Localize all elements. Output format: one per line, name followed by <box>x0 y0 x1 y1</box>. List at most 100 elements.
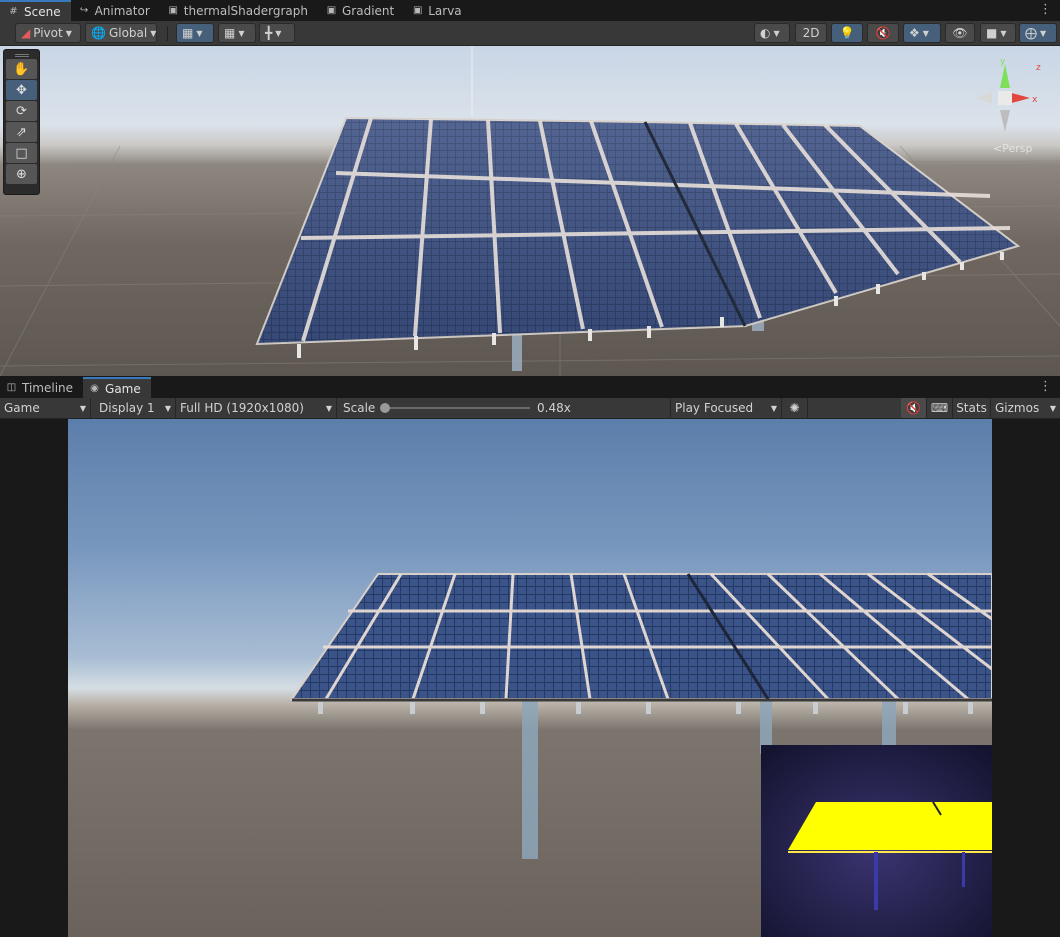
mute-audio-toggle[interactable]: 🔇 <box>901 398 927 418</box>
scale-icon: ⇗ <box>16 124 27 140</box>
chevron-down-icon: ▼ <box>773 28 780 38</box>
play-mode-label: Play Focused <box>675 401 754 415</box>
display-dropdown-label: Display 1 <box>99 401 155 415</box>
display-dropdown[interactable]: Display 1 ▼ <box>91 398 176 418</box>
drag-handle-icon[interactable] <box>15 54 29 57</box>
tab-game-label: Game <box>105 381 141 396</box>
scene-visibility-toggle[interactable]: 👁 <box>945 23 975 43</box>
rotate-tool-button[interactable]: ⟳ <box>6 101 37 121</box>
scene-render <box>0 46 1060 376</box>
tab-scene[interactable]: # Scene <box>0 0 71 21</box>
chevron-down-icon: ▼ <box>150 28 157 38</box>
scale-slider-track[interactable] <box>384 407 530 409</box>
grid-snap-toggle[interactable]: ▦ ▼ <box>176 23 214 43</box>
grid-snap-icon: ▦ <box>182 26 194 40</box>
scene-viewport[interactable] <box>0 46 1060 376</box>
tab-gradient-label: Gradient <box>341 3 395 18</box>
global-label: Global <box>108 26 148 40</box>
scale-label: Scale <box>343 401 376 415</box>
keyboard-shortcuts-toggle[interactable]: ⌨ <box>927 398 953 418</box>
stats-label: Stats <box>956 401 987 415</box>
scale-slider-thumb[interactable] <box>380 403 390 413</box>
eye-hidden-icon: 👁 <box>952 26 968 40</box>
projection-label[interactable]: <Persp <box>993 142 1032 155</box>
stats-toggle[interactable]: Stats <box>953 398 991 418</box>
gizmos-dropdown[interactable]: ⨁ ▼ <box>1019 23 1057 43</box>
scale-tool-button[interactable]: ⇗ <box>6 122 37 142</box>
pivot-dropdown[interactable]: ◢ Pivot ▼ <box>15 23 81 43</box>
rotate-icon: ⟳ <box>16 103 27 119</box>
rect-transform-icon: □ <box>15 145 28 161</box>
chevron-down-icon: ▼ <box>1000 28 1007 38</box>
increment-snap-toggle[interactable]: ▦ ▼ <box>218 23 256 43</box>
pivot-icon: ◢ <box>21 26 31 40</box>
scene-toolbar: ◢ Pivot ▼ 🌐 Global ▼ ▦ ▼ ▦ ▼ ╋ ▼ ◐ ▼ 2D … <box>0 21 1060 46</box>
view-dropdown-label: Game <box>4 401 40 415</box>
tab-thermal-shadergraph-label: thermalShadergraph <box>183 3 308 18</box>
thermal-render <box>761 745 992 937</box>
tab-animator[interactable]: ↪ Animator <box>71 0 160 21</box>
effects-icon: ❖ <box>909 26 920 40</box>
lighting-toggle[interactable]: 💡 <box>831 23 863 43</box>
camera-dropdown[interactable]: ■ ▼ <box>980 23 1016 43</box>
audio-mute-icon: 🔇 <box>906 401 921 415</box>
tab-timeline-label: Timeline <box>22 380 74 395</box>
frame-debugger-button[interactable]: ✺ <box>782 398 808 418</box>
shadergraph-icon: ▣ <box>326 5 337 16</box>
gizmos-dropdown[interactable]: Gizmos ▼ <box>991 398 1060 418</box>
game-toolbar: Game ▼ Display 1 ▼ Full HD (1920x1080) ▼… <box>0 398 1060 419</box>
tab-scene-label: Scene <box>24 4 61 19</box>
game-more-options-icon[interactable]: ⋮ <box>1039 380 1052 393</box>
chevron-down-icon: ▼ <box>1049 403 1056 413</box>
gizmo-x-label: x <box>1032 95 1038 105</box>
more-options-icon[interactable]: ⋮ <box>1039 3 1052 16</box>
bottom-tab-bar: ◫ Timeline ◉ Game <box>0 377 1060 398</box>
move-tool-button[interactable]: ✥ <box>6 80 37 100</box>
chevron-down-icon: ▼ <box>196 28 203 38</box>
view-dropdown[interactable]: Game ▼ <box>0 398 91 418</box>
shadergraph-icon: ▣ <box>168 5 178 16</box>
timeline-icon: ◫ <box>6 382 17 393</box>
gizmo-globe-icon: ⨁ <box>1025 26 1037 40</box>
shadergraph-icon: ▣ <box>412 5 423 16</box>
chevron-down-icon: ▼ <box>325 403 332 413</box>
gizmo-y-axis[interactable] <box>1000 64 1010 88</box>
lightbulb-icon: 💡 <box>839 26 855 40</box>
hand-tool-button[interactable]: ✋ <box>6 59 37 79</box>
top-tab-bar: # Scene ↪ Animator ▣ thermalShadergraph … <box>0 0 1060 21</box>
globe-icon: 🌐 <box>91 26 106 40</box>
play-mode-dropdown[interactable]: Play Focused ▼ <box>671 398 782 418</box>
pivot-label: Pivot <box>33 26 63 40</box>
tab-gradient[interactable]: ▣ Gradient <box>318 0 404 21</box>
tab-larva-label: Larva <box>428 3 462 18</box>
tab-timeline[interactable]: ◫ Timeline <box>0 377 83 398</box>
chevron-down-icon: ▼ <box>275 28 282 38</box>
mode-2d-label: 2D <box>802 26 820 40</box>
transform-tool-button[interactable]: ⊕ <box>6 164 37 184</box>
move-arrows-icon: ✥ <box>16 82 27 98</box>
orientation-gizmo[interactable]: y z x <box>970 54 1050 154</box>
shading-sphere-icon: ◐ <box>760 26 771 40</box>
tab-game[interactable]: ◉ Game <box>83 377 151 398</box>
tab-thermal-shadergraph[interactable]: ▣ thermalShadergraph <box>160 0 318 21</box>
chevron-down-icon: ▼ <box>770 403 777 413</box>
draw-mode-dropdown[interactable]: ◐ ▼ <box>754 23 790 43</box>
animator-icon: ↪ <box>79 5 89 16</box>
chevron-down-icon: ▼ <box>65 28 72 38</box>
scale-value: 0.48x <box>537 401 571 415</box>
tab-larva[interactable]: ▣ Larva <box>404 0 471 21</box>
global-dropdown[interactable]: 🌐 Global ▼ <box>85 23 157 43</box>
chevron-down-icon: ▼ <box>164 403 171 413</box>
rect-tool-button[interactable]: □ <box>6 143 37 163</box>
mode-2d-toggle[interactable]: 2D <box>795 23 827 43</box>
ruler-toggle[interactable]: ╋ ▼ <box>259 23 295 43</box>
effects-dropdown[interactable]: ❖ ▼ <box>903 23 941 43</box>
tab-animator-label: Animator <box>94 3 150 18</box>
toolbar-divider <box>167 26 168 41</box>
resolution-dropdown[interactable]: Full HD (1920x1080) ▼ <box>176 398 337 418</box>
hand-icon: ✋ <box>13 61 30 77</box>
audio-mute-icon: 🔇 <box>875 26 891 40</box>
audio-toggle[interactable]: 🔇 <box>867 23 899 43</box>
chevron-down-icon: ▼ <box>79 403 86 413</box>
gizmo-y-label: y <box>1000 57 1006 67</box>
